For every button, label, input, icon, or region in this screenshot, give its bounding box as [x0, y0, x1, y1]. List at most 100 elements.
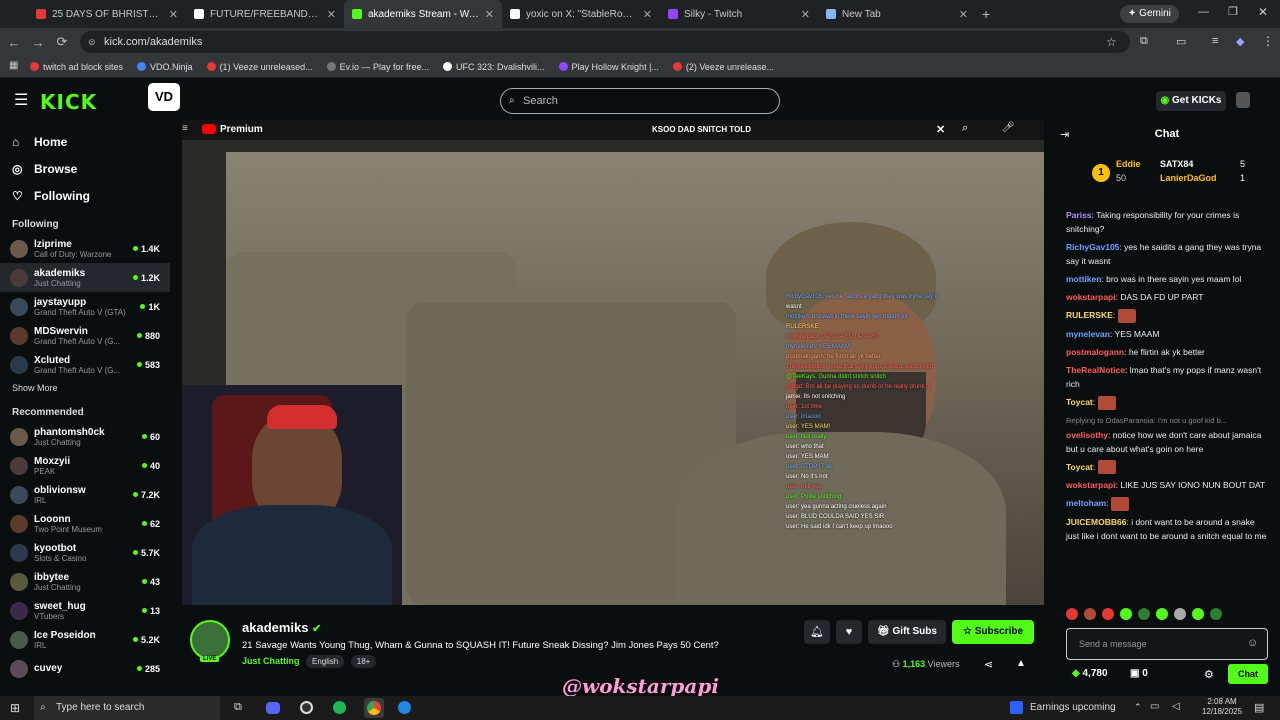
sidebar-nav-browse[interactable]: ◎ Browse: [0, 155, 170, 182]
channel-item[interactable]: akademiks Just Chatting 1.2K: [0, 263, 170, 292]
close-window-button[interactable]: ✕: [1258, 5, 1268, 19]
channel-item[interactable]: cuvey 285: [0, 654, 170, 683]
chat-username[interactable]: postmalogann: [1066, 347, 1124, 357]
maximize-button[interactable]: ❐: [1228, 5, 1238, 18]
cast-icon[interactable]: ▭: [1176, 35, 1186, 48]
browser-tab[interactable]: New Tab ✕: [818, 0, 976, 28]
tag-mature[interactable]: 18+: [350, 655, 377, 668]
chat-username[interactable]: ovelisothy: [1066, 430, 1108, 440]
extensions-icon[interactable]: ⧉: [1140, 35, 1148, 48]
gifter-3-name[interactable]: LanierDaGod: [1160, 173, 1217, 183]
spotify-icon[interactable]: [333, 701, 346, 714]
notifications-center-icon[interactable]: ▤: [1254, 701, 1264, 714]
close-tab-icon[interactable]: ✕: [801, 8, 810, 21]
bookmark-item[interactable]: (2) Veeze unrelease...: [672, 62, 774, 72]
category-link[interactable]: Just Chatting: [242, 656, 300, 666]
close-tab-icon[interactable]: ✕: [327, 8, 336, 21]
bookmark-star-icon[interactable]: ☆: [1106, 35, 1117, 49]
notifications-button[interactable]: 🔔︎: [804, 620, 830, 644]
channel-item[interactable]: oblivionsw IRL 7.2K: [0, 480, 170, 509]
obs-icon[interactable]: [300, 701, 313, 714]
url-input[interactable]: ⊜ kick.com/akademiks: [80, 31, 1130, 53]
chat-input[interactable]: Send a message ☺: [1066, 628, 1268, 660]
chat-username[interactable]: RichyGav105: [1066, 242, 1119, 252]
network-icon[interactable]: ▭: [1150, 701, 1159, 712]
gift-subs-button[interactable]: 🎁︎ Gift Subs: [868, 620, 946, 644]
sidebar-nav-following[interactable]: ♡ Following: [0, 182, 170, 209]
send-chat-button[interactable]: Chat: [1228, 664, 1268, 684]
hamburger-menu-icon[interactable]: ☰: [14, 90, 28, 110]
gifter-2-name[interactable]: SATX84: [1160, 159, 1193, 169]
channel-item[interactable]: kyootbot Slots & Casino 5.7K: [0, 538, 170, 567]
close-tab-icon[interactable]: ✕: [485, 8, 494, 21]
taskbar-search-input[interactable]: ⌕ Type here to search: [34, 696, 220, 720]
points-balance[interactable]: ▣ 0: [1130, 668, 1148, 679]
emote-icon[interactable]: [1120, 608, 1132, 620]
user-avatar-icon[interactable]: [1236, 92, 1250, 108]
edge-icon[interactable]: [398, 701, 411, 714]
browser-tab[interactable]: Silky - Twitch ✕: [660, 0, 818, 28]
tag-english[interactable]: English: [306, 655, 345, 668]
new-tab-button[interactable]: +: [982, 6, 990, 22]
emoji-picker-icon[interactable]: ☺: [1247, 637, 1258, 649]
task-view-icon[interactable]: ⧉: [234, 701, 242, 714]
youtube-menu-icon[interactable]: ≡: [182, 123, 188, 134]
gemini-button[interactable]: ✦ Gemini: [1120, 5, 1179, 23]
chat-username[interactable]: RULERSKE: [1066, 310, 1113, 320]
menu-dots-icon[interactable]: ⋮: [1262, 34, 1274, 48]
profile-icon[interactable]: ◆: [1236, 35, 1244, 48]
channel-item[interactable]: Moxzyii PEAK 40: [0, 451, 170, 480]
forward-icon[interactable]: →: [26, 35, 50, 50]
get-kicks-button[interactable]: ◉ Get KICKs: [1156, 91, 1226, 111]
close-tab-icon[interactable]: ✕: [643, 8, 652, 21]
browser-tab[interactable]: akademiks Stream - Watch ✕: [344, 0, 502, 28]
bookmark-item[interactable]: Ev.io — Play for free...: [326, 62, 429, 72]
minimize-button[interactable]: —: [1198, 6, 1209, 18]
channel-item[interactable]: ibbytee Just Chatting 43: [0, 567, 170, 596]
emote-icon[interactable]: [1192, 608, 1204, 620]
channel-item[interactable]: Ice Poseidon IRL 5.2K: [0, 625, 170, 654]
chat-username[interactable]: wokstarpapi: [1066, 480, 1116, 490]
chat-username[interactable]: mottiken: [1066, 274, 1101, 284]
chat-username[interactable]: meltoham: [1066, 498, 1106, 508]
reload-icon[interactable]: ⟳: [50, 34, 74, 50]
emote-icon[interactable]: [1102, 608, 1114, 620]
vdo-extension-icon[interactable]: VD: [148, 83, 180, 111]
emote-icon[interactable]: [1210, 608, 1222, 620]
streamer-name[interactable]: akademiks ✔: [242, 620, 321, 635]
sidebar-nav-home[interactable]: ⌂ Home: [0, 128, 170, 155]
bookmark-item[interactable]: UFC 323: Dvalishvili...: [443, 62, 545, 72]
chat-username[interactable]: Toycat: [1066, 462, 1093, 472]
clock[interactable]: 2:08 AM 12/18/2025: [1202, 697, 1242, 717]
youtube-search-field[interactable]: KSOO DAD SNITCH TOLD ✕: [652, 122, 952, 138]
kick-logo[interactable]: KICK: [40, 90, 97, 114]
apps-grid-icon[interactable]: ▦: [9, 60, 18, 71]
close-tab-icon[interactable]: ✕: [169, 8, 178, 21]
emote-icon[interactable]: [1084, 608, 1096, 620]
bookmark-item[interactable]: VDO.Ninja: [137, 62, 193, 72]
channel-item[interactable]: MDSwervin Grand Theft Auto V (G... 880: [0, 321, 170, 350]
emote-icon[interactable]: [1156, 608, 1168, 620]
channel-item[interactable]: sweet_hug VTubers 13: [0, 596, 170, 625]
chrome-icon[interactable]: [364, 698, 384, 718]
subscribe-button[interactable]: ☆ Subscribe: [952, 620, 1034, 644]
top-gifter-name[interactable]: Eddie: [1116, 159, 1141, 169]
channel-item[interactable]: lziprime Call of Duty: Warzone 1.4K: [0, 234, 170, 263]
bookmark-item[interactable]: Play Hollow Knight |...: [558, 62, 659, 72]
chat-username[interactable]: Pariss: [1066, 210, 1092, 220]
channel-item[interactable]: jaystayupp Grand Theft Auto V (GTA) 1K: [0, 292, 170, 321]
show-more-link[interactable]: Show More: [0, 383, 170, 393]
chat-username[interactable]: wokstarpapi: [1066, 292, 1116, 302]
bookmark-item[interactable]: (1) Veeze unreleased...: [206, 62, 313, 72]
volume-icon[interactable]: ◁: [1172, 701, 1180, 712]
chat-username[interactable]: TheRealNotice: [1066, 365, 1125, 375]
emote-icon[interactable]: [1066, 608, 1078, 620]
close-tab-icon[interactable]: ✕: [959, 8, 968, 21]
chat-username[interactable]: Toycat: [1066, 397, 1093, 407]
chat-username[interactable]: JUICEMOBB66: [1066, 517, 1126, 527]
tray-chevron-icon[interactable]: ⌃: [1134, 702, 1142, 713]
follow-button[interactable]: ♥: [836, 620, 862, 644]
share-icon[interactable]: ⋖: [984, 658, 993, 671]
clear-search-icon[interactable]: ✕: [936, 122, 945, 138]
streamer-avatar[interactable]: [190, 620, 230, 660]
